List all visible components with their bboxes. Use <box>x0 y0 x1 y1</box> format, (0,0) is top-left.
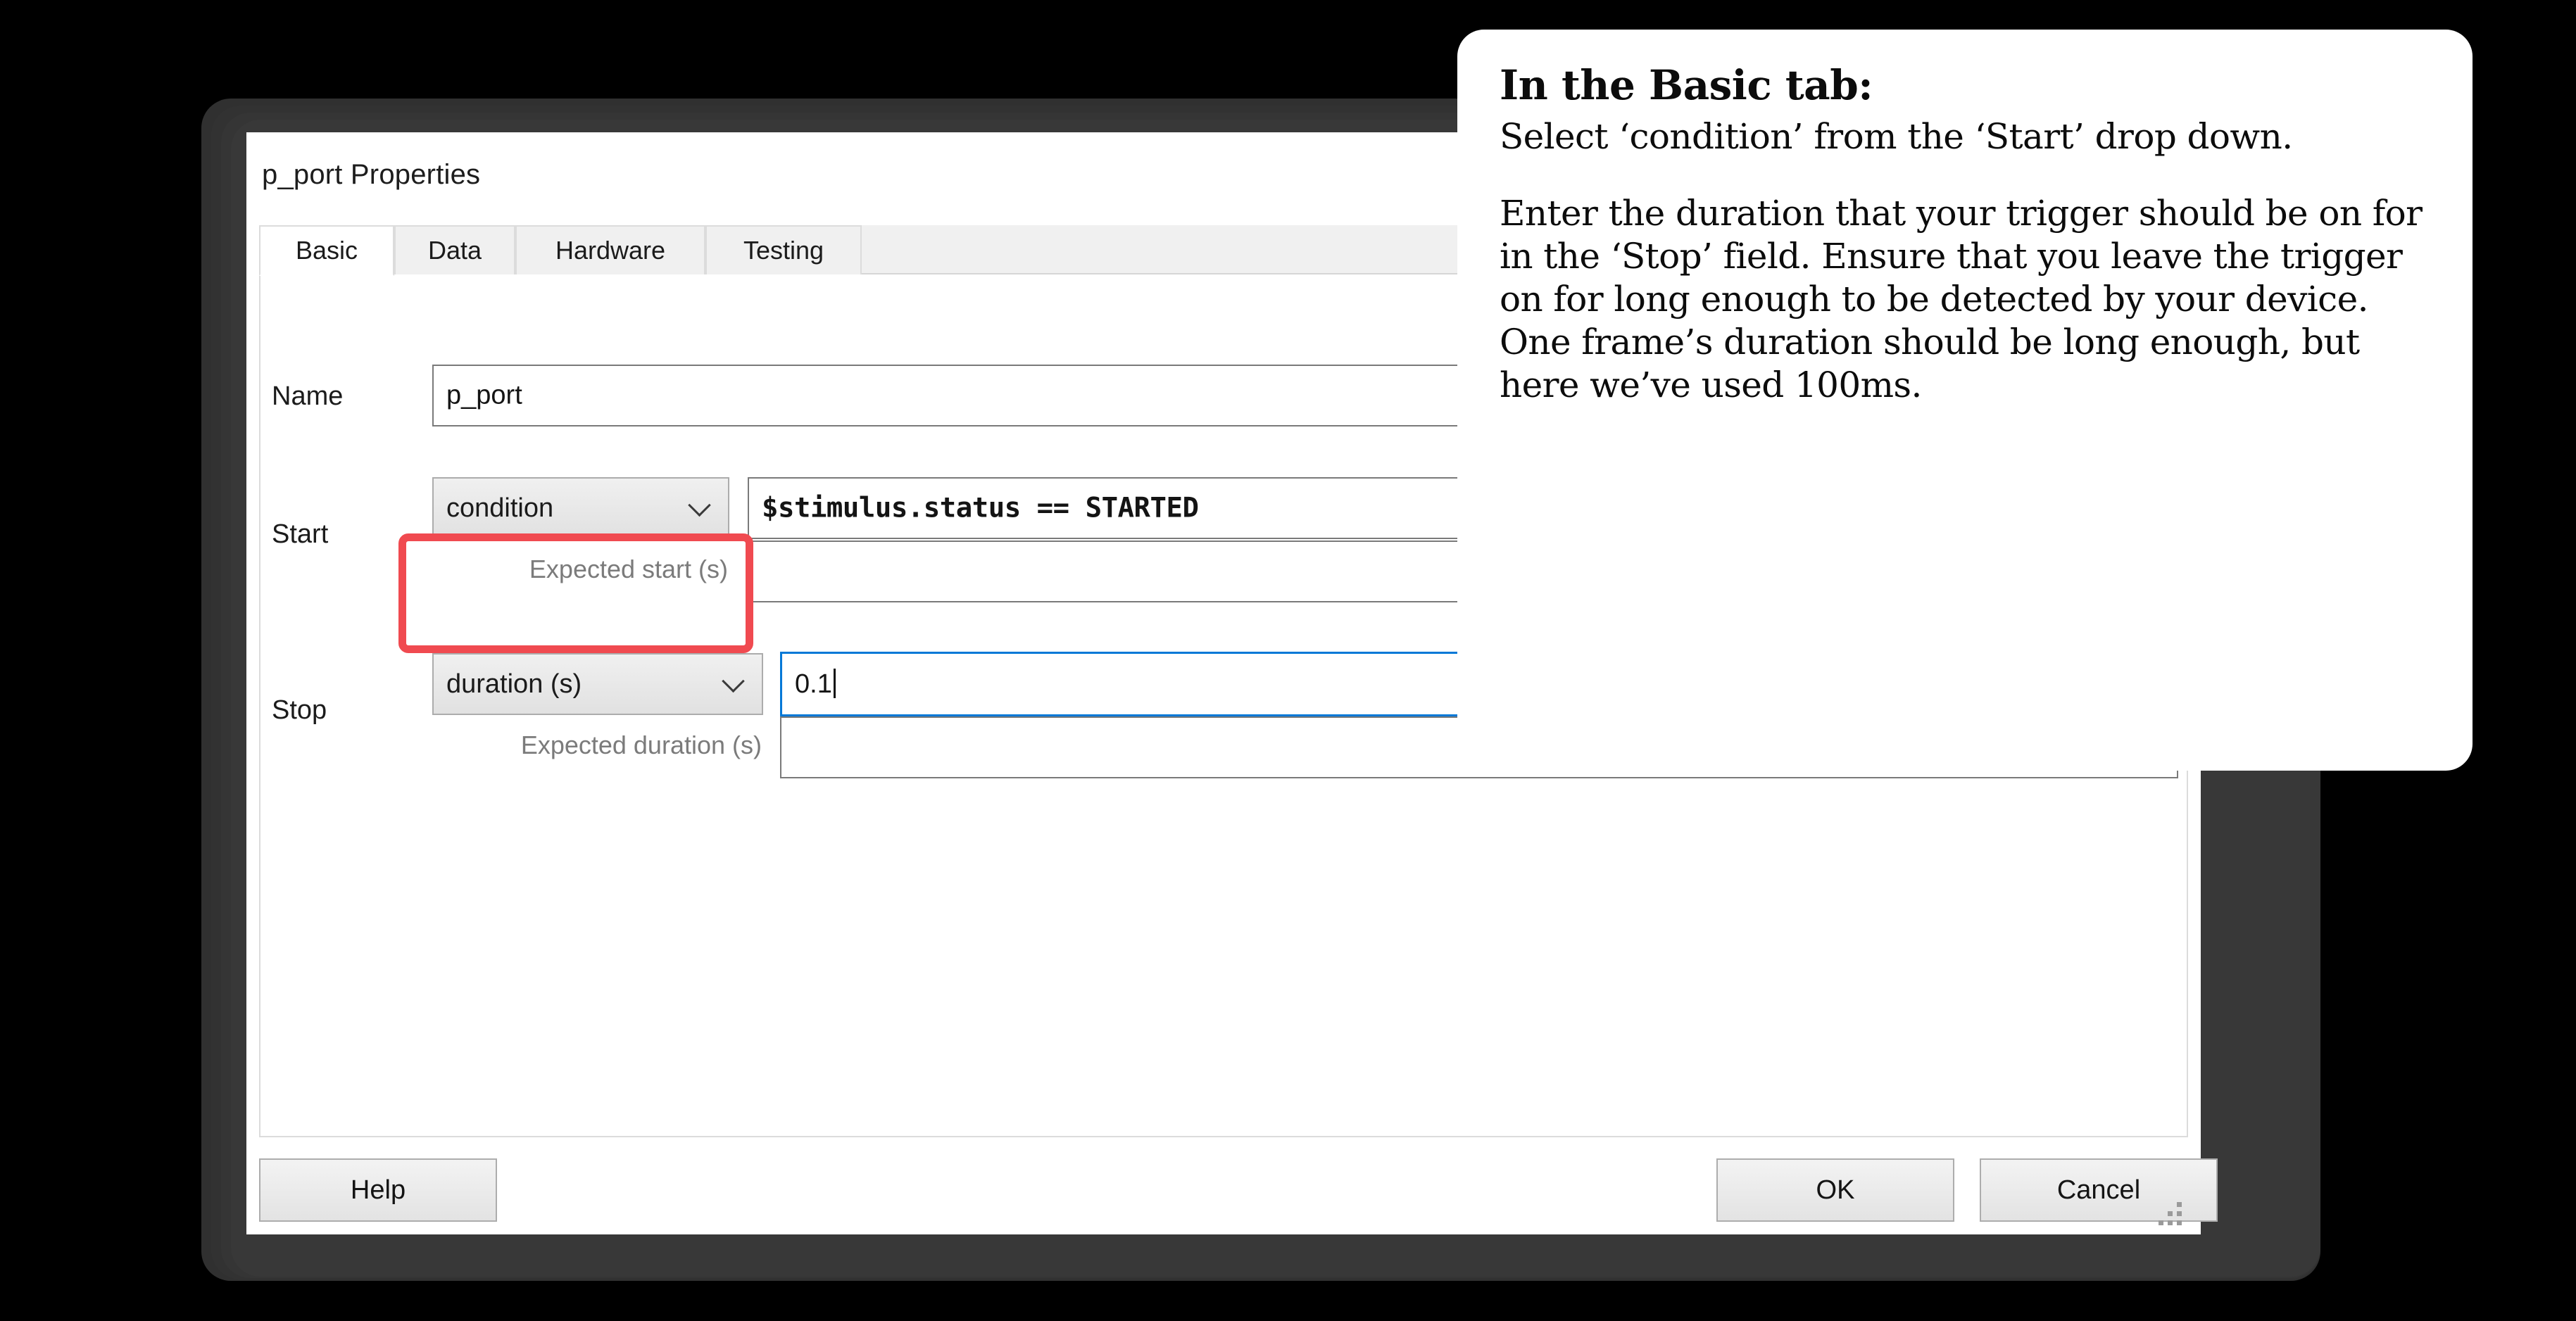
callout-heading: In the Basic tab: <box>1500 61 1873 109</box>
screenshot-root: p_port Properties Basic Data Hardware Te… <box>0 0 2576 1321</box>
start-mode-value: condition <box>446 493 554 523</box>
tab-basic[interactable]: Basic <box>259 225 394 276</box>
chevron-down-icon <box>691 497 710 515</box>
expected-start-label: Expected start (s) <box>529 555 728 583</box>
cancel-button-label: Cancel <box>2056 1175 2141 1205</box>
stop-mode-dropdown[interactable]: duration (s) <box>432 653 763 715</box>
tab-hardware[interactable]: Hardware <box>515 225 705 274</box>
chevron-down-icon <box>725 673 743 691</box>
ok-button[interactable]: OK <box>1716 1158 1954 1222</box>
tab-data-label: Data <box>427 236 482 265</box>
stop-mode-value: duration (s) <box>446 669 582 699</box>
tab-hardware-label: Hardware <box>555 236 666 265</box>
name-input-value: p_port <box>446 380 522 410</box>
help-button[interactable]: Help <box>259 1158 497 1222</box>
callout-paragraph-1: Select ‘condition’ from the ‘Start’ drop… <box>1500 115 2293 157</box>
stop-row-label: Stop <box>272 695 327 725</box>
tab-testing[interactable]: Testing <box>705 225 862 274</box>
tab-basic-label: Basic <box>295 236 358 265</box>
start-row-label: Start <box>272 519 329 549</box>
name-field-label: Name <box>272 381 344 411</box>
stop-duration-value: 0.1 <box>795 669 832 699</box>
start-condition-value: $stimulus.status == STARTED <box>762 492 1199 524</box>
tab-data[interactable]: Data <box>394 225 515 274</box>
instruction-callout: In the Basic tab: Select ‘condition’ fro… <box>1457 30 2473 771</box>
text-caret <box>833 669 836 698</box>
tab-testing-label: Testing <box>743 236 824 265</box>
start-mode-dropdown[interactable]: condition <box>432 477 729 539</box>
expected-duration-label: Expected duration (s) <box>520 731 762 759</box>
ok-button-label: OK <box>1816 1175 1855 1205</box>
callout-paragraph-2: Enter the duration that your trigger sho… <box>1500 192 2423 405</box>
dialog-title: p_port Properties <box>262 159 481 190</box>
resize-grip-icon[interactable] <box>2159 1202 2184 1227</box>
help-button-label: Help <box>350 1175 406 1205</box>
